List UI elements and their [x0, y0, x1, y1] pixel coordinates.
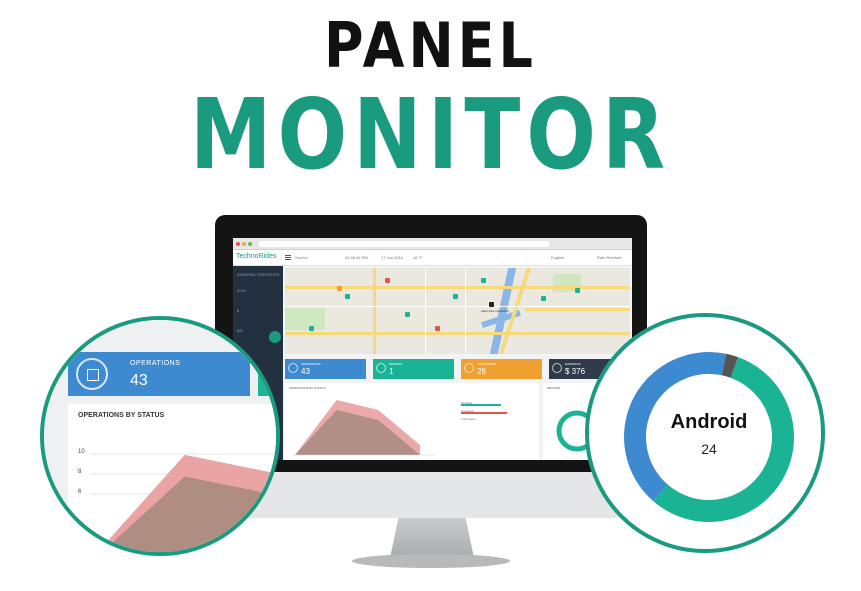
driver-marker-icon[interactable]	[385, 278, 390, 283]
monitor-stand-neck	[390, 518, 474, 558]
app-header: TechnoRides Search 04:26:44 PM 17 Jun 20…	[233, 250, 632, 266]
incident-marker-icon[interactable]	[337, 286, 342, 291]
browser-toolbar	[233, 238, 632, 250]
legend-in-process: In Process	[461, 417, 476, 421]
driver-marker-icon[interactable]	[405, 312, 410, 317]
home-marker-icon[interactable]	[489, 302, 494, 307]
promo-stage: PANEL MONITOR TechnoRides Search 04:26:4…	[0, 0, 861, 591]
sidebar-heading: GENERAL STATISTICS	[237, 272, 280, 277]
dashboard-screen: TechnoRides Search 04:26:44 PM 17 Jun 20…	[233, 238, 632, 460]
tile-value: 43	[301, 367, 310, 376]
language-select[interactable]: English	[551, 255, 564, 260]
tile-customers[interactable]: CUSTOMERS 28	[461, 359, 542, 379]
driver-marker-icon[interactable]	[345, 294, 350, 299]
car-icon	[376, 363, 386, 373]
monitor-chin	[215, 472, 647, 518]
tile-value: $ 376	[565, 367, 586, 376]
tile-label: OPERATIONS	[301, 362, 321, 366]
brand-logo[interactable]: TechnoRides	[236, 253, 276, 260]
zoom-tile-value: 43	[130, 372, 148, 389]
address-bar[interactable]	[259, 241, 549, 247]
header-time: 04:26:44 PM	[345, 255, 368, 260]
search-input[interactable]: Search	[295, 255, 308, 260]
monitor-stand-foot	[352, 554, 510, 568]
driver-marker-icon[interactable]	[453, 294, 458, 299]
tile-label: EARNINGS	[565, 362, 581, 366]
driver-marker-icon[interactable]	[541, 296, 546, 301]
zoom-operations-tile[interactable]: OPERATIONS 43	[68, 352, 250, 396]
minimize-window-icon[interactable]	[242, 242, 246, 246]
tile-value: 1	[389, 367, 394, 376]
user-icon	[464, 363, 474, 373]
donut-slice-0[interactable]	[653, 357, 794, 522]
tile-value: 28	[477, 367, 486, 376]
sidebar-item-year[interactable]: 2016	[237, 288, 246, 293]
zoom-operations-circle: OPERATIONS 43 OPERATIONS BY STATUS 10 8 …	[40, 316, 280, 556]
zoom-area-chart	[90, 453, 276, 552]
header-temperature: 16 °F	[413, 255, 423, 260]
stat-tiles: OPERATIONS 43 DRIVERS 1 CUSTOMERS 28 EAR…	[285, 359, 630, 379]
close-window-icon[interactable]	[236, 242, 240, 246]
devices-donut-chart	[624, 352, 794, 522]
tile-label: DRIVERS	[389, 362, 403, 366]
driver-marker-icon[interactable]	[481, 278, 486, 283]
zoom-tile-label: OPERATIONS	[130, 360, 181, 367]
tile-label: CUSTOMERS	[477, 362, 497, 366]
ops-status-chart	[293, 400, 435, 456]
donut-slice-2[interactable]	[721, 353, 739, 378]
donut-center-value: 24	[701, 441, 717, 457]
hero-title-panel: PANEL	[324, 9, 537, 82]
zoom-status-card: OPERATIONS BY STATUS 10 8 6	[68, 404, 276, 552]
live-map[interactable]: Saint Paul Cathedral	[285, 268, 630, 354]
chart-icon	[288, 363, 298, 373]
tile-drivers[interactable]: DRIVERS 1	[373, 359, 454, 379]
donut-center-label: Android	[670, 411, 748, 433]
user-menu[interactable]: Ruth Reinhart	[597, 255, 622, 260]
maximize-window-icon[interactable]	[248, 242, 252, 246]
sidebar-item-count[interactable]: 6	[237, 308, 239, 313]
header-date: 17 Jun 2016	[381, 255, 404, 260]
menu-icon[interactable]	[285, 255, 291, 260]
legend-swatch	[461, 404, 501, 406]
driver-marker-icon[interactable]	[309, 326, 314, 331]
map-place-label: Saint Paul Cathedral	[481, 309, 509, 313]
driver-marker-icon[interactable]	[435, 326, 440, 331]
chart-icon	[76, 358, 108, 390]
zoom-left-content: OPERATIONS 43 OPERATIONS BY STATUS 10 8 …	[44, 320, 276, 552]
hero-title-monitor: MONITOR	[189, 79, 672, 192]
tile-operations[interactable]: OPERATIONS 43	[285, 359, 366, 379]
ops-status-panel: OPERATIONS BY STATUS Finished Canceled I…	[285, 383, 539, 460]
zoom-devices-circle: Android 24	[585, 313, 825, 553]
driver-marker-icon[interactable]	[575, 288, 580, 293]
dollar-icon	[552, 363, 562, 373]
legend-swatch	[461, 412, 507, 414]
